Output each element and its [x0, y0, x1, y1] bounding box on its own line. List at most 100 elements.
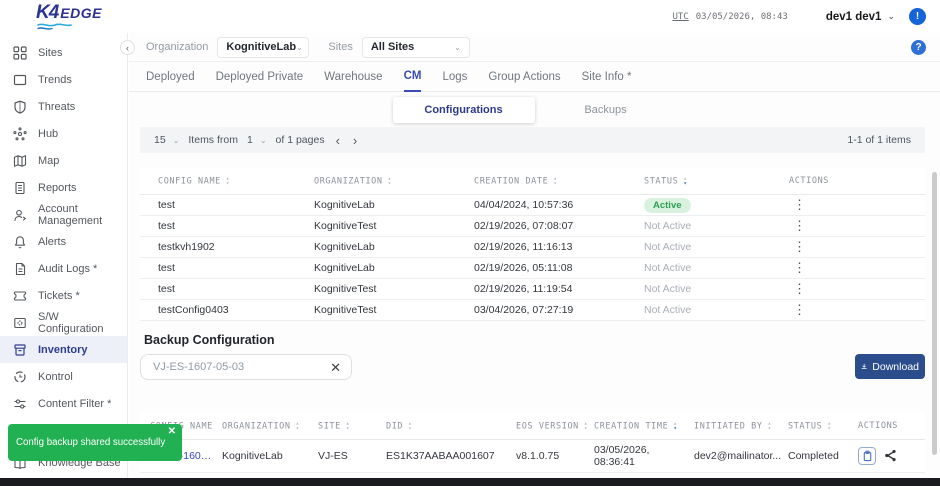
download-button[interactable]: Download: [855, 354, 925, 379]
copy-icon[interactable]: [858, 447, 876, 465]
items-from-label: Items from: [188, 134, 238, 146]
backup-search-field: ✕: [140, 354, 352, 380]
table-row: test KognitiveLab 02/19/2026, 05:11:08 N…: [140, 257, 925, 278]
col-creation-time[interactable]: CREATION TIME▴▾: [590, 413, 690, 439]
timezone-label[interactable]: UTC: [672, 12, 688, 22]
kebab-menu-icon[interactable]: ⋮: [789, 218, 810, 233]
sort-icon-active: ▴▾: [673, 421, 677, 431]
sidebar-item-hub[interactable]: Hub: [0, 120, 127, 147]
initiated-by-value: dev2@mailinator...: [694, 450, 783, 462]
subtab-backups[interactable]: Backups: [535, 97, 677, 123]
reports-icon: [13, 181, 27, 195]
status-text: Not Active: [644, 262, 691, 274]
table-row: test KognitiveTest 02/19/2026, 07:08:07 …: [140, 215, 925, 236]
sort-icon: ▴▾: [408, 421, 412, 431]
kebab-menu-icon[interactable]: ⋮: [789, 260, 810, 275]
sw-configuration-icon: [13, 316, 27, 330]
status-text: Not Active: [644, 304, 691, 316]
app-logo: K4EDGE: [36, 2, 102, 24]
notification-badge-icon[interactable]: !: [909, 8, 926, 25]
sidebar-item-sites[interactable]: Sites: [0, 39, 127, 66]
vertical-scrollbar[interactable]: [932, 172, 937, 455]
organization-label: Organization: [146, 41, 208, 53]
sidebar-item-account-management[interactable]: Account Management: [0, 201, 127, 228]
table-row: test KognitiveLab 04/04/2024, 10:57:36 A…: [140, 194, 925, 215]
toast-close-icon[interactable]: ✕: [168, 426, 176, 437]
sites-icon: [13, 46, 27, 60]
sidebar-item-label: Trends: [38, 74, 72, 86]
sidebar-item-label: Reports: [38, 182, 77, 194]
sidebar-item-label: Inventory: [38, 344, 88, 356]
tab-logs[interactable]: Logs: [442, 71, 467, 91]
sort-icon-active: ▴▾: [683, 176, 687, 186]
col-did[interactable]: DID▴▾: [382, 413, 512, 439]
sidebar-item-label: Tickets *: [38, 290, 80, 302]
col-config-name[interactable]: CONFIG NAME▴▾: [140, 168, 310, 194]
share-icon[interactable]: [884, 449, 897, 462]
sidebar-item-label: Sites: [38, 47, 62, 59]
download-icon: [861, 361, 867, 372]
chevron-down-icon: ⌄: [454, 43, 461, 52]
col-creation-date[interactable]: CREATION DATE▴▾: [470, 168, 640, 194]
backup-configuration-title: Backup Configuration: [144, 333, 275, 347]
sidebar-item-label: Alerts: [38, 236, 66, 248]
alerts-icon: [13, 235, 27, 249]
sidebar-item-label: Account Management: [38, 203, 127, 227]
backup-search-input[interactable]: [151, 360, 330, 374]
sidebar-item-trends[interactable]: Trends: [0, 66, 127, 93]
sidebar-item-content-filter[interactable]: Content Filter *: [0, 390, 127, 417]
sort-icon: ▴▾: [827, 421, 831, 431]
col-status[interactable]: STATUS▴▾: [640, 168, 785, 194]
col-site[interactable]: SITE▴▾: [314, 413, 382, 439]
tab-site-info[interactable]: Site Info *: [582, 71, 632, 91]
sidebar-item-tickets[interactable]: Tickets *: [0, 282, 127, 309]
subtab-configurations[interactable]: Configurations: [393, 97, 535, 123]
datetime-label: 03/05/2026, 08:43: [696, 12, 788, 22]
logo-wave-icon: [36, 22, 78, 31]
user-menu[interactable]: dev1 dev1 ⌄: [826, 11, 895, 23]
col-status[interactable]: STATUS▴▾: [784, 413, 854, 439]
prev-page-icon[interactable]: ‹: [334, 134, 342, 147]
chevron-down-icon: ⌄: [296, 43, 303, 52]
toast-message: Config backup shared successfully: [16, 437, 165, 448]
sidebar-item-threats[interactable]: Threats: [0, 93, 127, 120]
page-size-select[interactable]: 15 ⌄: [154, 134, 179, 146]
tab-group-actions[interactable]: Group Actions: [488, 71, 560, 91]
kebab-menu-icon[interactable]: ⋮: [789, 281, 810, 296]
user-name: dev1 dev1: [826, 11, 882, 23]
sites-select[interactable]: All Sites ⌄: [362, 37, 470, 58]
kebab-menu-icon[interactable]: ⋮: [789, 239, 810, 254]
col-organization[interactable]: ORGANIZATION▴▾: [310, 168, 470, 194]
tab-bar: Deployed Deployed Private Warehouse CM L…: [129, 62, 940, 92]
sidebar-item-sw-configuration[interactable]: S/W Configuration: [0, 309, 127, 336]
sidebar-item-kontrol[interactable]: Kontrol: [0, 363, 127, 390]
page-number-select[interactable]: 1 ⌄: [247, 134, 267, 146]
organization-select[interactable]: KognitiveLab ⌄: [217, 37, 309, 58]
table-row: VJ-ES-1607-05- KognitiveLab VJ-ES ES1K37…: [140, 439, 925, 472]
col-actions: ACTIONS: [854, 413, 925, 439]
clear-search-icon[interactable]: ✕: [330, 361, 341, 374]
account-management-icon: [13, 208, 27, 222]
tab-deployed[interactable]: Deployed: [146, 71, 195, 91]
inventory-icon: [13, 343, 27, 357]
kebab-menu-icon[interactable]: ⋮: [789, 197, 810, 212]
sort-icon: ▴▾: [226, 176, 230, 186]
sidebar-item-map[interactable]: Map: [0, 147, 127, 174]
table-header-row: CONFIG NAME▴▾ ORGANIZATION▴▾ SITE▴▾ DID▴…: [140, 413, 925, 439]
col-organization[interactable]: ORGANIZATION▴▾: [218, 413, 314, 439]
sidebar-item-audit-logs[interactable]: Audit Logs *: [0, 255, 127, 282]
next-page-icon[interactable]: ›: [351, 134, 359, 147]
table-row: test KognitiveTest 02/19/2026, 11:19:54 …: [140, 278, 925, 299]
tab-cm[interactable]: CM: [404, 70, 422, 92]
sidebar-item-alerts[interactable]: Alerts: [0, 228, 127, 255]
tab-deployed-private[interactable]: Deployed Private: [216, 71, 304, 91]
tab-warehouse[interactable]: Warehouse: [324, 71, 382, 91]
col-eos-version[interactable]: EOS VERSION▴▾: [512, 413, 590, 439]
help-icon[interactable]: ?: [911, 40, 926, 55]
sidebar-collapse-button[interactable]: ‹: [120, 40, 135, 55]
kebab-menu-icon[interactable]: ⋮: [789, 302, 810, 317]
sidebar-item-reports[interactable]: Reports: [0, 174, 127, 201]
sidebar-item-inventory[interactable]: Inventory: [0, 336, 127, 363]
threats-icon: [13, 100, 27, 114]
col-initiated-by[interactable]: INITIATED BY▴▾: [690, 413, 784, 439]
